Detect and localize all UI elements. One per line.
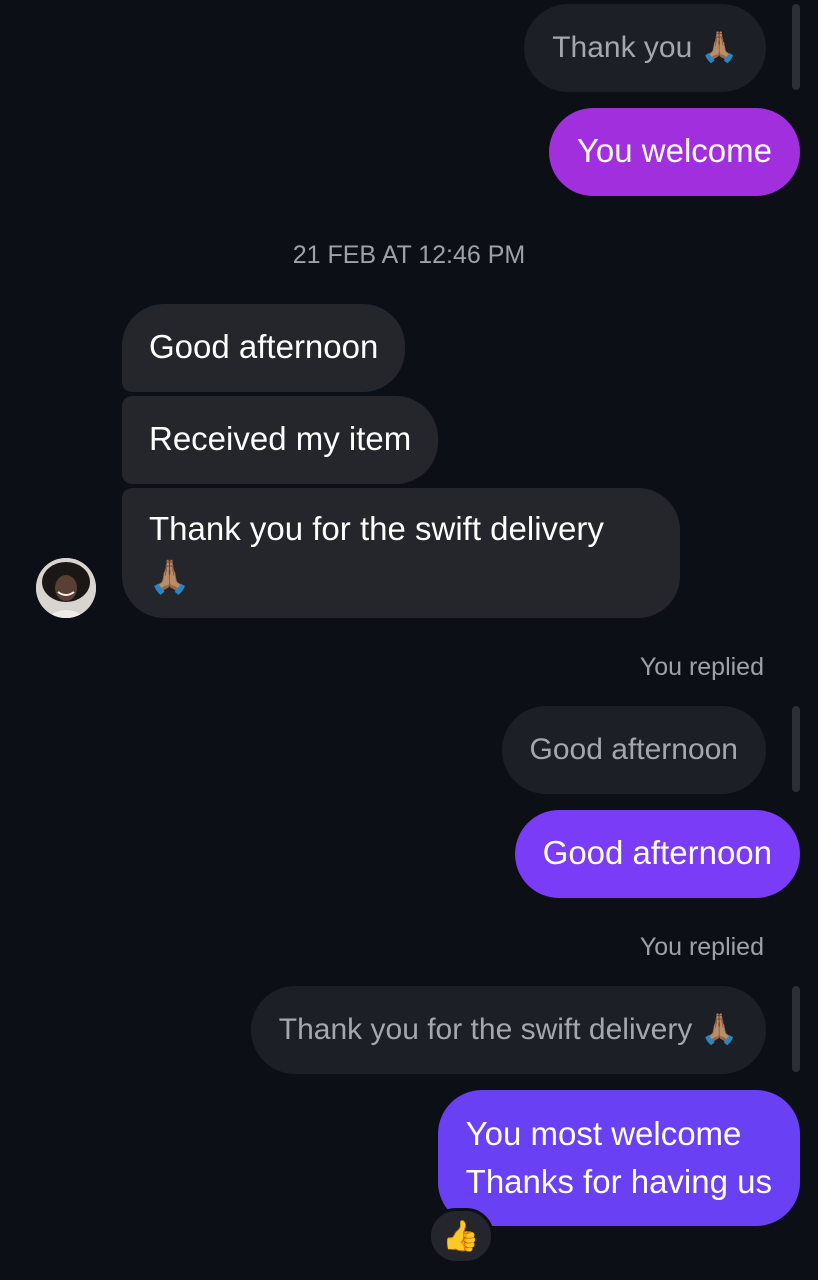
outgoing-message-text: Good afternoon bbox=[542, 834, 772, 871]
quoted-message[interactable]: Good afternoon bbox=[501, 706, 766, 794]
reply-label: You replied bbox=[639, 933, 764, 961]
incoming-message[interactable]: Received my item bbox=[122, 396, 439, 484]
outgoing-message[interactable]: You welcome bbox=[548, 108, 800, 196]
reply-indicator-bar bbox=[792, 4, 800, 90]
reaction-emoji: 👍 bbox=[442, 1219, 480, 1253]
incoming-message-text: Thank you for the swift delivery 🙏🏽 bbox=[149, 510, 604, 595]
quoted-message[interactable]: Thank you for the swift delivery 🙏🏽 bbox=[250, 986, 766, 1074]
incoming-message-text: Good afternoon bbox=[149, 328, 379, 365]
quoted-message[interactable]: Thank you 🙏🏽 bbox=[524, 4, 766, 92]
outgoing-message-line: Thanks for having us bbox=[465, 1163, 772, 1200]
outgoing-message-line: You most welcome bbox=[465, 1115, 742, 1152]
reply-indicator-bar bbox=[792, 986, 800, 1072]
avatar-photo-icon bbox=[36, 558, 96, 618]
reply-indicator-bar bbox=[792, 706, 800, 792]
outgoing-message[interactable]: Good afternoon bbox=[514, 810, 800, 898]
chat-thread: Thank you 🙏🏽 You welcome 21 FEB AT 12:46… bbox=[0, 0, 818, 1280]
incoming-message[interactable]: Good afternoon bbox=[122, 304, 406, 392]
contact-avatar[interactable] bbox=[36, 558, 96, 618]
timestamp-divider: 21 FEB AT 12:46 PM bbox=[292, 241, 526, 269]
incoming-message-text: Received my item bbox=[149, 420, 412, 457]
quoted-message-text: Thank you for the swift delivery 🙏🏽 bbox=[278, 1013, 738, 1046]
reply-label: You replied bbox=[639, 653, 764, 681]
thumbs-up-reaction-icon[interactable]: 👍 bbox=[428, 1208, 494, 1264]
quoted-message-text: Thank you 🙏🏽 bbox=[552, 31, 738, 64]
outgoing-message-text: You welcome bbox=[576, 132, 772, 169]
quoted-message-text: Good afternoon bbox=[529, 733, 739, 766]
incoming-message[interactable]: Thank you for the swift delivery 🙏🏽 bbox=[122, 488, 680, 618]
outgoing-message[interactable]: You most welcome Thanks for having us bbox=[437, 1090, 800, 1226]
